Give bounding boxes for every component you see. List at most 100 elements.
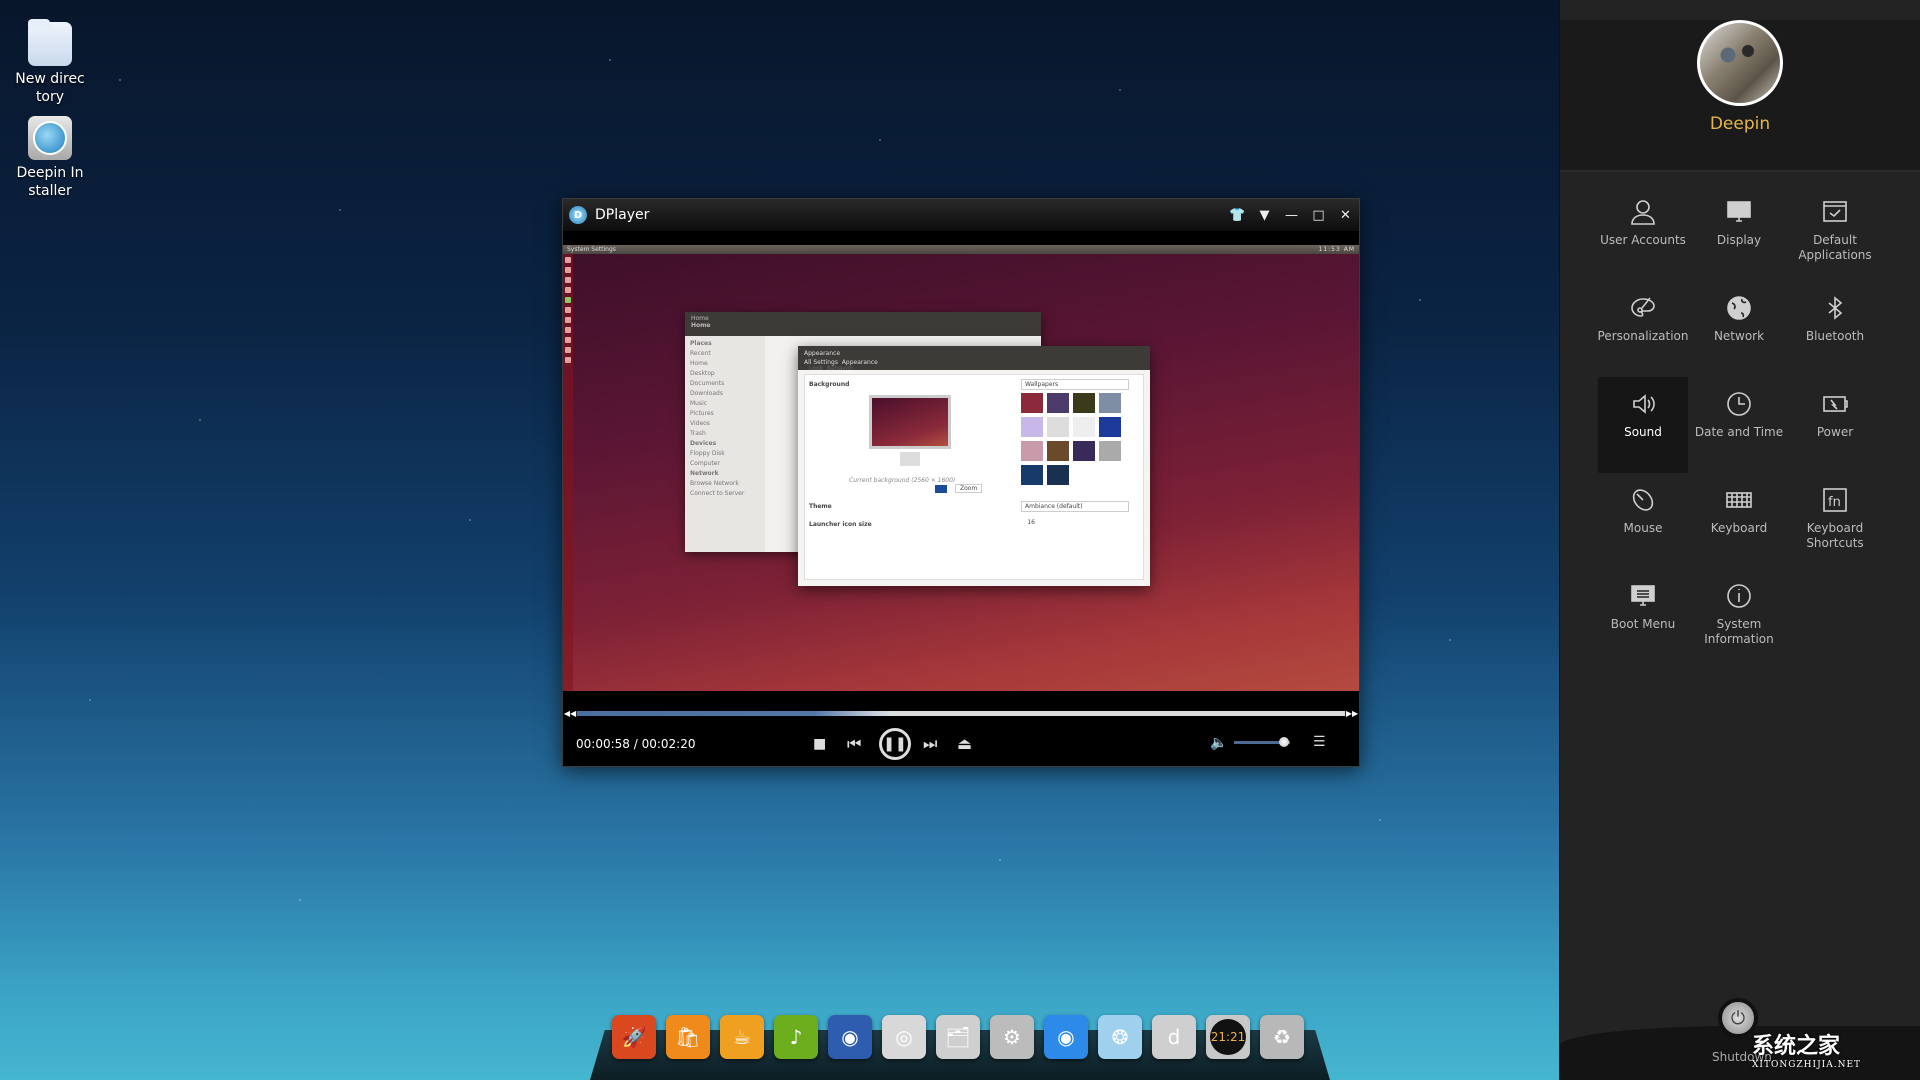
fast-forward-icon[interactable]: ▶▶ xyxy=(1345,709,1359,718)
volume-slider-handle[interactable] xyxy=(1279,737,1290,747)
settings-item-label: User Accounts xyxy=(1600,233,1686,247)
globe-icon xyxy=(1724,293,1754,323)
settings-item-display[interactable]: Display xyxy=(1694,185,1784,281)
keyboard-icon xyxy=(1724,485,1754,515)
user-icon xyxy=(1628,197,1658,227)
power-icon: ⏻ xyxy=(1730,1007,1746,1029)
coffee-icon: ☕ xyxy=(733,1025,751,1049)
music-note-icon: ♪ xyxy=(789,1025,803,1049)
settings-wheel-icon: ⚙ xyxy=(1003,1025,1021,1049)
launcher-size-label: Launcher icon size xyxy=(809,521,872,528)
settings-item-label: System Information xyxy=(1704,617,1774,646)
dock-app-launcher[interactable]: 🚀 xyxy=(612,1015,656,1059)
settings-item-keyboard[interactable]: Keyboard xyxy=(1694,473,1784,569)
dock-app-clock[interactable]: 21:21 xyxy=(1206,1015,1250,1059)
settings-item-user-accounts[interactable]: User Accounts xyxy=(1598,185,1688,281)
default-apps-icon xyxy=(1820,197,1850,227)
theme-label: Theme xyxy=(809,503,832,510)
files-section-places: Places xyxy=(690,340,712,347)
files-sidebar: Places Recent Home Desktop Documents Downloa… xyxy=(685,336,765,552)
watermark-subtext: XITONGZHIJIA.NET xyxy=(1752,1060,1862,1070)
video-frame-launcher xyxy=(563,254,573,691)
network-item: Connect to Server xyxy=(690,490,745,497)
dock-app-browser[interactable]: ◉ xyxy=(828,1015,872,1059)
skin-icon[interactable]: 👕 xyxy=(1224,199,1251,231)
seek-track[interactable] xyxy=(577,710,1345,716)
settings-item-default-applications[interactable]: Default Applications xyxy=(1790,185,1880,281)
dock-app-chrome[interactable]: ◎ xyxy=(882,1015,926,1059)
devices-item: Floppy Disk xyxy=(690,450,725,457)
next-button[interactable]: ⏭ xyxy=(923,734,937,754)
video-frame-topbar: System Settings 11:53 AM xyxy=(563,245,1359,254)
settings-item-power[interactable]: Power xyxy=(1790,377,1880,473)
settings-item-boot-menu[interactable]: Boot Menu xyxy=(1598,569,1688,665)
minimize-icon[interactable]: — xyxy=(1278,199,1305,231)
volume-icon[interactable]: 🔈 xyxy=(1210,735,1227,751)
camera-icon: ◉ xyxy=(1057,1025,1075,1049)
dplayer-icon: ❂ xyxy=(1111,1025,1129,1049)
wallpaper-thumbnails xyxy=(1021,393,1129,485)
dock-app-camera[interactable]: ◉ xyxy=(1044,1015,1088,1059)
eject-button[interactable]: ⏏ xyxy=(957,734,972,753)
video-area[interactable]: System Settings 11:53 AM Home Home Places… xyxy=(563,245,1359,691)
video-frame-clock: 11:53 AM xyxy=(1318,246,1355,253)
window-titlebar[interactable]: D DPlayer 👕 ▼ — □ ✕ xyxy=(563,199,1359,231)
settings-item-network[interactable]: Network xyxy=(1694,281,1784,377)
seek-bar[interactable]: ◀◀ ▶▶ xyxy=(563,706,1359,720)
svg-text:fn: fn xyxy=(1828,495,1841,510)
dock-app-music-player[interactable]: ♪ xyxy=(774,1015,818,1059)
system-settings-panel: Deepin User Accounts Display Default Appli… xyxy=(1559,0,1920,1080)
desktop-icon-label: Deepin In staller xyxy=(16,165,84,199)
stop-button[interactable]: ■ xyxy=(813,736,826,752)
playlist-icon[interactable]: ☰ xyxy=(1313,734,1326,750)
places-item: Downloads xyxy=(690,390,723,397)
dock-app-deepin-chat[interactable]: ☕ xyxy=(720,1015,764,1059)
user-avatar[interactable] xyxy=(1697,20,1783,106)
rocket-icon: 🚀 xyxy=(621,1025,647,1049)
maximize-icon[interactable]: □ xyxy=(1305,199,1332,231)
fill-mode-select: Zoom xyxy=(955,484,983,493)
watermark-text: 系统之家 xyxy=(1752,1034,1841,1059)
places-item: Home xyxy=(690,360,708,367)
network-item: Browse Network xyxy=(690,480,739,487)
battery-icon xyxy=(1820,389,1850,419)
settings-item-system-information[interactable]: System Information xyxy=(1694,569,1784,665)
dock-app-trash[interactable]: ♻ xyxy=(1260,1015,1304,1059)
desktop-icon-deepin-installer[interactable]: Deepin In staller xyxy=(8,116,92,200)
files-title: Home xyxy=(691,315,709,322)
desktop-icon-new-directory[interactable]: New direc tory xyxy=(8,19,92,106)
d-logo-icon: d xyxy=(1167,1025,1181,1049)
rewind-icon[interactable]: ◀◀ xyxy=(563,709,577,718)
user-name: Deepin xyxy=(1709,114,1771,134)
settings-item-label: Network xyxy=(1713,329,1765,343)
settings-item-bluetooth[interactable]: Bluetooth xyxy=(1790,281,1880,377)
clock-icon xyxy=(1724,389,1754,419)
places-item: Pictures xyxy=(690,410,714,417)
menu-down-icon[interactable]: ▼ xyxy=(1251,199,1278,231)
settings-item-keyboard-shortcuts[interactable]: fn Keyboard Shortcuts xyxy=(1790,473,1880,569)
devices-item: Computer xyxy=(690,460,720,467)
settings-item-sound[interactable]: Sound xyxy=(1598,377,1688,473)
settings-item-mouse[interactable]: Mouse xyxy=(1598,473,1688,569)
places-item: Videos xyxy=(690,420,710,427)
close-icon[interactable]: ✕ xyxy=(1332,199,1359,231)
folder-files-icon: 🗂 xyxy=(945,1025,971,1049)
settings-item-label: Sound xyxy=(1624,425,1662,439)
launcher-size-value: 16 xyxy=(1027,519,1035,526)
dock-app-software-center[interactable]: 🛍 xyxy=(666,1015,710,1059)
background-preview-monitor xyxy=(869,395,951,466)
appearance-background-label: Background xyxy=(809,381,850,388)
dock-app-deepin-music[interactable]: d xyxy=(1152,1015,1196,1059)
dock-app-dplayer[interactable]: ❂ xyxy=(1098,1015,1142,1059)
dock-app-file-manager[interactable]: 🗂 xyxy=(936,1015,980,1059)
previous-button[interactable]: ⏮ xyxy=(847,734,861,754)
settings-item-personalization[interactable]: Personalization xyxy=(1598,281,1689,377)
globe-icon: ◉ xyxy=(841,1025,859,1049)
dock-app-system-settings[interactable]: ⚙ xyxy=(990,1015,1034,1059)
wallpaper-source-select: Wallpapers xyxy=(1021,379,1129,390)
files-section-network: Network xyxy=(690,470,719,477)
theme-select: Ambiance (default) xyxy=(1021,501,1129,512)
pause-button[interactable]: ❚❚ xyxy=(879,727,911,760)
folder-icon xyxy=(28,19,72,66)
settings-item-date-and-time[interactable]: Date and Time xyxy=(1694,377,1784,473)
